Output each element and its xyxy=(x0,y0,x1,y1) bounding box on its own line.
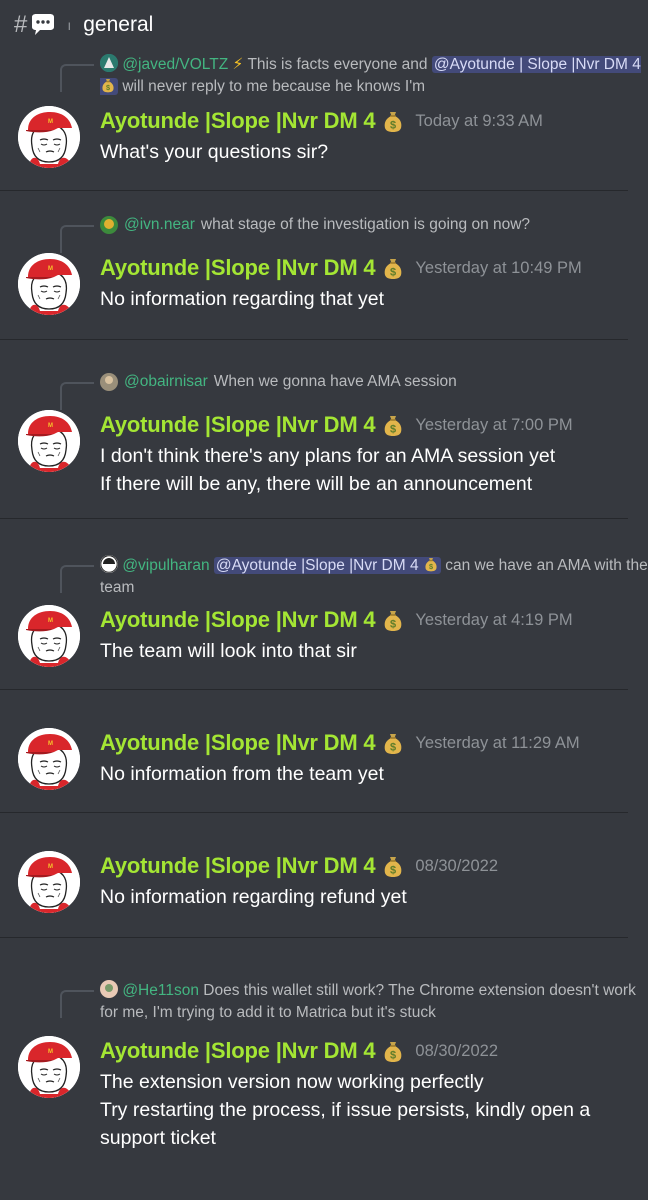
message-body: Ayotunde |Slope |Nvr DM 4 Yesterday at 4… xyxy=(18,603,648,667)
message: @javed/VOLTZ ⚡ This is facts everyone an… xyxy=(0,52,648,191)
reply-avatar xyxy=(100,54,118,72)
username[interactable]: Ayotunde |Slope |Nvr DM 4 xyxy=(100,607,376,633)
message-body: Ayotunde |Slope |Nvr DM 4 08/30/2022 No … xyxy=(18,849,648,913)
timestamp: 08/30/2022 xyxy=(415,1041,499,1060)
message: Ayotunde |Slope |Nvr DM 4 08/30/2022 No … xyxy=(0,849,648,938)
reply-preview[interactable]: @ivn.near what stage of the investigatio… xyxy=(60,211,648,253)
message-body: Ayotunde |Slope |Nvr DM 4 Today at 9:33 … xyxy=(18,104,648,168)
reply-spine xyxy=(60,990,94,1018)
reply-author[interactable]: @ivn.near xyxy=(124,216,195,234)
channel-name[interactable]: general xyxy=(83,13,153,37)
username[interactable]: Ayotunde |Slope |Nvr DM 4 xyxy=(100,853,376,879)
message: @obairnisar When we gonna have AMA sessi… xyxy=(0,368,648,519)
header-separator: ı xyxy=(67,17,72,33)
username[interactable]: Ayotunde |Slope |Nvr DM 4 xyxy=(100,1038,376,1064)
message-divider xyxy=(0,190,628,191)
avatar[interactable] xyxy=(18,1036,80,1098)
reply-text: This is facts everyone and xyxy=(247,56,428,73)
avatar[interactable] xyxy=(18,728,80,790)
message: @He11son Does this wallet still work? Th… xyxy=(0,978,648,1152)
money-bag-icon xyxy=(381,608,405,632)
reply-preview[interactable]: @javed/VOLTZ ⚡ This is facts everyone an… xyxy=(60,52,648,98)
message-body: Ayotunde |Slope |Nvr DM 4 Yesterday at 7… xyxy=(18,408,648,498)
message-divider xyxy=(0,518,628,519)
message-text: The team will look into that sir xyxy=(100,640,357,662)
money-bag-icon xyxy=(381,256,405,280)
message: @ivn.near what stage of the investigatio… xyxy=(0,211,648,340)
message-text: If there will be any, there will be an a… xyxy=(100,473,533,495)
timestamp: Yesterday at 10:49 PM xyxy=(415,258,582,277)
reply-author[interactable]: @He11son xyxy=(122,982,199,999)
message: @vipulharan @Ayotunde |Slope |Nvr DM 4 c… xyxy=(0,553,648,690)
reply-spine xyxy=(60,225,94,253)
speech-bubble-icon xyxy=(29,13,57,37)
reply-preview[interactable]: @vipulharan @Ayotunde |Slope |Nvr DM 4 c… xyxy=(60,553,648,599)
reply-avatar xyxy=(100,980,118,998)
money-bag-icon xyxy=(381,109,405,133)
message-divider xyxy=(0,689,628,690)
reply-avatar xyxy=(100,555,118,573)
timestamp: Yesterday at 4:19 PM xyxy=(415,610,573,629)
reply-spine xyxy=(60,382,94,410)
channel-header: # ı general xyxy=(0,0,648,50)
message-body: Ayotunde |Slope |Nvr DM 4 Yesterday at 1… xyxy=(18,726,648,790)
reply-mention[interactable]: @Ayotunde |Slope |Nvr DM 4 xyxy=(213,557,441,574)
money-bag-icon xyxy=(381,413,405,437)
username[interactable]: Ayotunde |Slope |Nvr DM 4 xyxy=(100,108,376,134)
message-text: What's your questions sir? xyxy=(100,141,329,163)
lightning-emoji: ⚡ xyxy=(232,56,244,73)
reply-avatar xyxy=(100,373,118,391)
channel-hash: # xyxy=(14,11,28,38)
avatar[interactable] xyxy=(18,605,80,667)
timestamp: Yesterday at 7:00 PM xyxy=(415,415,573,434)
money-bag-icon xyxy=(381,1039,405,1063)
avatar[interactable] xyxy=(18,253,80,315)
message-text: I don't think there's any plans for an A… xyxy=(100,445,556,467)
reply-text: what stage of the investigation is going… xyxy=(200,216,531,233)
timestamp: Today at 9:33 AM xyxy=(415,111,543,130)
message-text: Try restarting the process, if issue per… xyxy=(100,1099,591,1149)
username[interactable]: Ayotunde |Slope |Nvr DM 4 xyxy=(100,730,376,756)
message-divider xyxy=(0,937,628,938)
message: Ayotunde |Slope |Nvr DM 4 Yesterday at 1… xyxy=(0,726,648,813)
reply-author[interactable]: @vipulharan xyxy=(122,557,209,574)
message-divider xyxy=(0,812,628,813)
message-divider xyxy=(0,339,628,340)
message-text: No information regarding refund yet xyxy=(100,886,407,908)
money-bag-icon xyxy=(381,731,405,755)
reply-spine xyxy=(60,64,94,92)
money-bag-icon xyxy=(381,854,405,878)
reply-text-continued: will never reply to me because he knows … xyxy=(122,78,426,95)
message-text: No information regarding that yet xyxy=(100,288,384,310)
reply-spine xyxy=(60,565,94,593)
username[interactable]: Ayotunde |Slope |Nvr DM 4 xyxy=(100,412,376,438)
message-text: The extension version now working perfec… xyxy=(100,1071,484,1093)
avatar[interactable] xyxy=(18,851,80,913)
timestamp: Yesterday at 11:29 AM xyxy=(415,733,580,752)
reply-author[interactable]: @obairnisar xyxy=(124,373,208,391)
message-text: No information from the team yet xyxy=(100,763,384,785)
message-body: Ayotunde |Slope |Nvr DM 4 08/30/2022 The… xyxy=(18,1034,648,1152)
reply-preview[interactable]: @obairnisar When we gonna have AMA sessi… xyxy=(60,368,648,410)
reply-preview[interactable]: @He11son Does this wallet still work? Th… xyxy=(60,978,648,1024)
reply-avatar xyxy=(100,216,118,234)
avatar[interactable] xyxy=(18,410,80,472)
message-body: Ayotunde |Slope |Nvr DM 4 Yesterday at 1… xyxy=(18,251,648,315)
timestamp: 08/30/2022 xyxy=(415,856,499,875)
reply-author[interactable]: @javed/VOLTZ xyxy=(122,56,228,73)
avatar[interactable] xyxy=(18,106,80,168)
username[interactable]: Ayotunde |Slope |Nvr DM 4 xyxy=(100,255,376,281)
reply-text: When we gonna have AMA session xyxy=(213,373,457,390)
